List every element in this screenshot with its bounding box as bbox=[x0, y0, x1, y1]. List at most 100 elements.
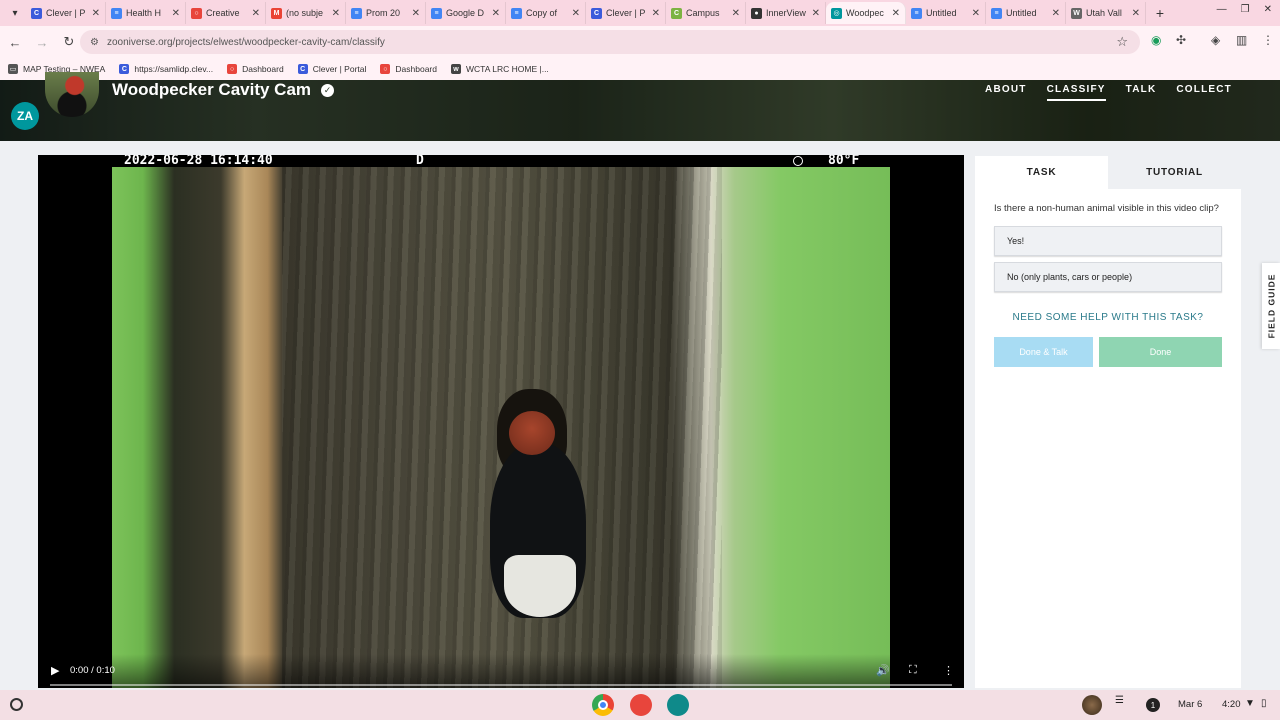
side-panel-icon[interactable]: ▥ bbox=[1236, 33, 1247, 47]
bookmark-item[interactable]: ○ Dashboard bbox=[380, 64, 437, 74]
launcher-icon[interactable] bbox=[10, 698, 23, 711]
browser-tab[interactable]: ≡ Health H ✕ bbox=[106, 2, 186, 24]
browser-tab[interactable]: ≡ Google D ✕ bbox=[426, 2, 506, 24]
project-nav-collect[interactable]: COLLECT bbox=[1176, 84, 1232, 101]
browser-tab[interactable]: ≡ Copy of ✕ bbox=[506, 2, 586, 24]
bookmark-item[interactable]: C Clever | Portal bbox=[297, 64, 366, 74]
new-tab-button[interactable]: + bbox=[1150, 5, 1170, 21]
browser-tab[interactable]: ≡ Untitled ✕ bbox=[906, 2, 986, 24]
close-tab-icon[interactable]: ✕ bbox=[972, 8, 980, 19]
field-guide-tab[interactable]: FIELD GUIDE bbox=[1262, 263, 1280, 349]
play-icon[interactable]: ▶ bbox=[51, 664, 59, 677]
task-panel: TASK TUTORIAL Is there a non-human anima… bbox=[975, 156, 1241, 688]
close-tab-icon[interactable]: ✕ bbox=[572, 8, 580, 19]
video-menu-icon[interactable]: ⋮ bbox=[943, 664, 954, 677]
tab-tutorial[interactable]: TUTORIAL bbox=[1108, 156, 1241, 189]
browser-tab[interactable]: ≡ Untitled ✕ bbox=[986, 2, 1066, 24]
subject-video[interactable]: 2022-06-28 16:14:40 D 80°F ▶ 0:00 / 0:10… bbox=[38, 155, 964, 688]
reload-icon[interactable]: ↻ bbox=[57, 34, 81, 50]
done-button[interactable]: Done bbox=[1099, 337, 1222, 367]
close-tab-icon[interactable]: ✕ bbox=[652, 8, 660, 19]
close-tab-icon[interactable]: ✕ bbox=[892, 8, 900, 19]
bookmark-item[interactable]: Chttps://samlidp.clev... bbox=[119, 64, 213, 74]
task-help-link[interactable]: NEED SOME HELP WITH THIS TASK? bbox=[975, 312, 1241, 323]
docs-icon: ≡ bbox=[991, 7, 1002, 19]
docs-icon: ≡ bbox=[351, 7, 362, 19]
answer-yes-button[interactable]: Yes! bbox=[994, 226, 1222, 256]
bookmark-item[interactable]: w WCTA LRC HOME |... bbox=[450, 64, 549, 74]
project-nav-classify[interactable]: CLASSIFY bbox=[1046, 84, 1106, 101]
zooniverse-icon: ◎ bbox=[831, 7, 842, 19]
browser-tab[interactable]: C Clever | P ✕ bbox=[586, 2, 666, 24]
app-icon-teal[interactable] bbox=[667, 694, 689, 716]
date-display[interactable]: Mar 6 bbox=[1178, 699, 1202, 710]
grammarly-icon[interactable]: ◉ bbox=[1151, 33, 1161, 47]
bookmark-star-icon[interactable]: ☆ bbox=[1116, 34, 1128, 50]
close-tab-icon[interactable]: ✕ bbox=[92, 8, 100, 19]
back-arrow-icon[interactable]: ← bbox=[3, 35, 27, 50]
forward-arrow-icon[interactable]: → bbox=[30, 35, 54, 50]
close-tab-icon[interactable]: ✕ bbox=[732, 8, 740, 19]
wikipedia-icon: W bbox=[1071, 7, 1082, 19]
browser-tab[interactable]: ○ Creative ✕ bbox=[186, 2, 266, 24]
browser-tab[interactable]: W Utah Vall ✕ bbox=[1066, 2, 1146, 24]
close-tab-icon[interactable]: ✕ bbox=[1052, 8, 1060, 19]
bookmark-label: WCTA LRC HOME |... bbox=[465, 64, 549, 74]
close-tab-icon[interactable]: ✕ bbox=[412, 8, 420, 19]
bookmark-label: https://samlidp.clev... bbox=[134, 64, 214, 74]
browser-tab[interactable]: ● InnerView ✕ bbox=[746, 2, 826, 24]
answer-no-button[interactable]: No (only plants, cars or people) bbox=[994, 262, 1222, 292]
address-bar[interactable]: ⚙ zooniverse.org/projects/elwest/woodpec… bbox=[80, 30, 1140, 54]
camera-temperature: 80°F bbox=[828, 155, 860, 168]
tab-task[interactable]: TASK bbox=[975, 156, 1108, 189]
close-window-icon[interactable]: ✕ bbox=[1264, 4, 1272, 15]
tab-search-icon[interactable]: ▾ bbox=[4, 3, 26, 23]
task-question: Is there a non-human animal visible in t… bbox=[994, 203, 1219, 214]
minimize-icon[interactable]: — bbox=[1217, 4, 1227, 15]
docs-icon: ≡ bbox=[511, 7, 522, 19]
clipboard-icon[interactable]: ☰ bbox=[1115, 695, 1124, 706]
browser-tab[interactable]: ◎ Woodpec ✕ bbox=[826, 2, 906, 24]
campus-icon: C bbox=[671, 7, 682, 19]
zooniverse-logo-icon[interactable]: ZA bbox=[11, 102, 39, 130]
close-tab-icon[interactable]: ✕ bbox=[492, 8, 500, 19]
project-nav-about[interactable]: ABOUT bbox=[985, 84, 1027, 101]
clever-icon: C bbox=[119, 64, 130, 74]
close-tab-icon[interactable]: ✕ bbox=[332, 8, 340, 19]
wifi-icon: ▼ bbox=[1245, 698, 1255, 709]
site-info-icon[interactable]: ⚙ bbox=[90, 37, 99, 48]
browser-tab-strip: ▾ C Clever | P ✕ ≡ Health H ✕ ○ Creative ✕ M (no s… bbox=[0, 0, 1280, 26]
video-controls: ▶ 0:00 / 0:10 🔊 ⛶ ⋮ bbox=[38, 654, 964, 688]
tab-title: Clever | P bbox=[46, 8, 86, 18]
clever-icon: C bbox=[297, 64, 308, 74]
media-icon[interactable]: ◈ bbox=[1211, 33, 1220, 47]
project-nav-talk[interactable]: TALK bbox=[1126, 84, 1157, 101]
tab-title: Google D bbox=[446, 8, 485, 18]
bookmark-item[interactable]: ○ Dashboard bbox=[227, 64, 284, 74]
close-tab-icon[interactable]: ✕ bbox=[812, 8, 820, 19]
fullscreen-icon[interactable]: ⛶ bbox=[909, 664, 917, 677]
docs-icon: ≡ bbox=[431, 7, 442, 19]
extensions-icon[interactable]: ✣ bbox=[1176, 33, 1186, 47]
volume-icon[interactable]: 🔊 bbox=[876, 664, 890, 677]
video-seek-bar[interactable] bbox=[50, 684, 952, 686]
restore-icon[interactable]: ❐ bbox=[1241, 4, 1250, 15]
notification-count[interactable]: 1 bbox=[1146, 698, 1160, 712]
close-tab-icon[interactable]: ✕ bbox=[172, 8, 180, 19]
chrome-app-icon[interactable] bbox=[592, 694, 614, 716]
project-title[interactable]: Woodpecker Cavity Cam ✓ bbox=[112, 80, 335, 100]
done-and-talk-button[interactable]: Done & Talk bbox=[994, 337, 1093, 367]
browser-tab[interactable]: C Campus ✕ bbox=[666, 2, 746, 24]
clock-display[interactable]: 4:20 bbox=[1222, 699, 1241, 710]
chrome-menu-icon[interactable]: ⋮ bbox=[1262, 33, 1274, 47]
moon-phase-icon bbox=[793, 156, 803, 166]
bookmark-label: Dashboard bbox=[242, 64, 284, 74]
browser-tab[interactable]: M (no subje ✕ bbox=[266, 2, 346, 24]
user-avatar[interactable] bbox=[1082, 695, 1102, 715]
browser-tab[interactable]: ≡ Prom 20 ✕ bbox=[346, 2, 426, 24]
close-tab-icon[interactable]: ✕ bbox=[252, 8, 260, 19]
browser-tab[interactable]: C Clever | P ✕ bbox=[26, 2, 106, 24]
app-icon-red[interactable] bbox=[630, 694, 652, 716]
close-tab-icon[interactable]: ✕ bbox=[1132, 8, 1140, 19]
tab-title: Health H bbox=[126, 8, 162, 18]
